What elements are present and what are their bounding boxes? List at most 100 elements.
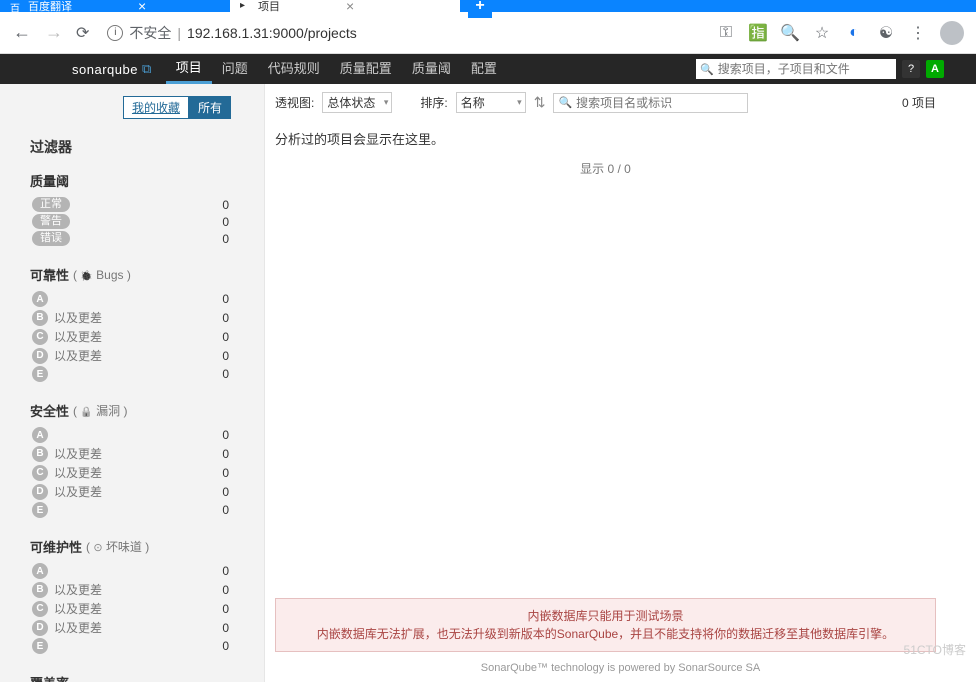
profile-avatar[interactable]: [940, 21, 964, 45]
favorite-tabs: 我的收藏 所有: [30, 96, 259, 119]
tab-title: 项目: [258, 0, 280, 14]
select-value: 总体状态: [327, 94, 375, 111]
showing-count: 显示 0 / 0: [275, 160, 936, 177]
worse-label: 以及更差: [54, 600, 102, 617]
filter-heading-maintain: 可维护性 ( 坏味道 ): [30, 537, 259, 556]
global-search[interactable]: 🔍: [696, 59, 896, 79]
worse-label: 以及更差: [54, 581, 102, 598]
count: 0: [222, 292, 229, 306]
rel-d[interactable]: D以及更差0: [30, 346, 259, 365]
filter-quality-gate: 质量阈 正常0 警告 0 错误0: [30, 171, 259, 247]
empty-message: 分析过的项目会显示在这里。: [275, 129, 936, 148]
rel-b[interactable]: B以及更差0: [30, 308, 259, 327]
star-icon[interactable]: ☆: [812, 23, 832, 43]
embedded-db-warning: 内嵌数据库只能用于测试场景 内嵌数据库无法扩展，也无法升级到新版本的SonarQ…: [275, 598, 936, 652]
back-button[interactable]: ←: [12, 22, 32, 43]
worse-label: 以及更差: [54, 445, 102, 462]
main-toolbar: 透视图: 总体状态 排序: 名称 ⇅ 🔍 0 项目: [275, 92, 936, 113]
global-search-input[interactable]: [718, 62, 892, 76]
nav-gates[interactable]: 质量阈: [402, 54, 461, 84]
project-search[interactable]: 🔍: [553, 93, 748, 113]
insecure-label: 不安全: [129, 23, 171, 43]
nav-rules[interactable]: 代码规则: [258, 54, 330, 84]
filter-heading-reliability: 可靠性 ( Bugs ): [30, 265, 259, 284]
mnt-e[interactable]: E0: [30, 637, 259, 655]
qg-warn[interactable]: 警告 0: [30, 213, 259, 230]
browser-tab-baidu[interactable]: 百 百度翻译 ×: [0, 0, 230, 12]
extension-icon-1[interactable]: ◐: [844, 24, 864, 42]
count: 0: [222, 602, 229, 616]
close-icon[interactable]: ×: [346, 0, 354, 14]
main-content: 透视图: 总体状态 排序: 名称 ⇅ 🔍 0 项目 分析过的项目会显示在这里。 …: [265, 84, 976, 682]
search-icon[interactable]: 🔍: [780, 23, 800, 43]
mnt-c[interactable]: C 以及更差 0: [30, 599, 259, 618]
status-pill: 警告: [32, 214, 70, 229]
rating-badge: C: [32, 465, 48, 481]
sub-text: Bugs: [96, 268, 123, 282]
browser-tab-projects[interactable]: ▸ 项目 ×: [230, 0, 460, 12]
mnt-a[interactable]: A0: [30, 562, 259, 580]
reload-button[interactable]: ⟳: [76, 23, 89, 43]
worse-label: 以及更差: [54, 483, 102, 500]
filter-coverage: 覆盖率 ≥ 80%0 < 80%0 < 70%0 < 50%0: [30, 673, 259, 682]
nav-profiles[interactable]: 质量配置: [330, 54, 402, 84]
filter-maintainability: 可维护性 ( 坏味道 ) A0 B以及更差0 C以及更差0 D以及更差0 E0: [30, 537, 259, 655]
sec-e[interactable]: E0: [30, 501, 259, 519]
rating-badge: D: [32, 620, 48, 636]
rating-badge: E: [32, 638, 48, 654]
sec-b[interactable]: B以及更差0: [30, 444, 259, 463]
sort-direction-icon[interactable]: ⇅: [534, 94, 546, 111]
count: 0: [222, 215, 229, 229]
search-icon: 🔍: [558, 96, 572, 109]
nav-projects[interactable]: 项目: [166, 54, 212, 84]
perspective-select[interactable]: 总体状态: [322, 92, 392, 113]
menu-icon[interactable]: ⋮: [908, 23, 928, 43]
tab-my-favorites[interactable]: 我的收藏: [123, 96, 189, 119]
separator: |: [177, 25, 181, 41]
perspective-label: 透视图:: [275, 94, 314, 111]
close-icon[interactable]: ×: [138, 0, 146, 14]
sort-select[interactable]: 名称: [456, 92, 526, 113]
sidebar: 我的收藏 所有 过滤器 质量阈 正常0 警告0 错误0 可靠性 ( Bugs )…: [0, 84, 265, 682]
rating-badge: A: [32, 563, 48, 579]
mnt-b[interactable]: B以及更差0: [30, 580, 259, 599]
qg-ok[interactable]: 正常0: [30, 196, 259, 213]
mnt-d[interactable]: D以及更差0: [30, 618, 259, 637]
count: 0: [222, 621, 229, 635]
rel-a[interactable]: A0: [30, 290, 259, 308]
count: 0: [222, 564, 229, 578]
extension-icon-2[interactable]: ☯: [876, 23, 896, 43]
user-badge[interactable]: A: [926, 60, 944, 78]
new-tab-button[interactable]: +: [468, 0, 492, 18]
key-icon[interactable]: ⚿: [716, 24, 736, 42]
sec-a[interactable]: A0: [30, 426, 259, 444]
tab-all[interactable]: 所有: [189, 96, 231, 119]
sec-c[interactable]: C以及更差0: [30, 463, 259, 482]
project-search-input[interactable]: [576, 96, 743, 110]
status-pill: 错误: [32, 231, 70, 246]
rating-badge: A: [32, 291, 48, 307]
forward-button[interactable]: →: [44, 22, 64, 43]
nav-issues[interactable]: 问题: [212, 54, 258, 84]
app-logo[interactable]: sonarqube⧉: [72, 61, 152, 77]
count: 0: [222, 583, 229, 597]
sec-d[interactable]: D以及更差0: [30, 482, 259, 501]
count: 0: [222, 428, 229, 442]
qg-error[interactable]: 错误0: [30, 230, 259, 247]
translate-icon[interactable]: 🈯: [748, 23, 768, 43]
filter-heading-quality-gate: 质量阈: [30, 171, 259, 190]
address-bar[interactable]: i 不安全 | 192.168.1.31:9000/projects: [101, 23, 704, 43]
filters-title: 过滤器: [30, 137, 259, 157]
footer-text: SonarQube™ technology is powered by Sona…: [265, 662, 976, 674]
info-icon[interactable]: i: [107, 25, 123, 41]
nav-admin[interactable]: 配置: [461, 54, 507, 84]
count: 0: [222, 485, 229, 499]
heading-text: 可靠性: [30, 265, 69, 284]
browser-tab-strip: 百 百度翻译 × ▸ 项目 × +: [0, 0, 976, 12]
help-button[interactable]: ?: [902, 60, 920, 78]
rel-e[interactable]: E0: [30, 365, 259, 383]
rating-badge: C: [32, 601, 48, 617]
app-body: 我的收藏 所有 过滤器 质量阈 正常0 警告0 错误0 可靠性 ( Bugs )…: [0, 84, 976, 682]
rel-c[interactable]: C以及更差0: [30, 327, 259, 346]
count: 0: [222, 330, 229, 344]
